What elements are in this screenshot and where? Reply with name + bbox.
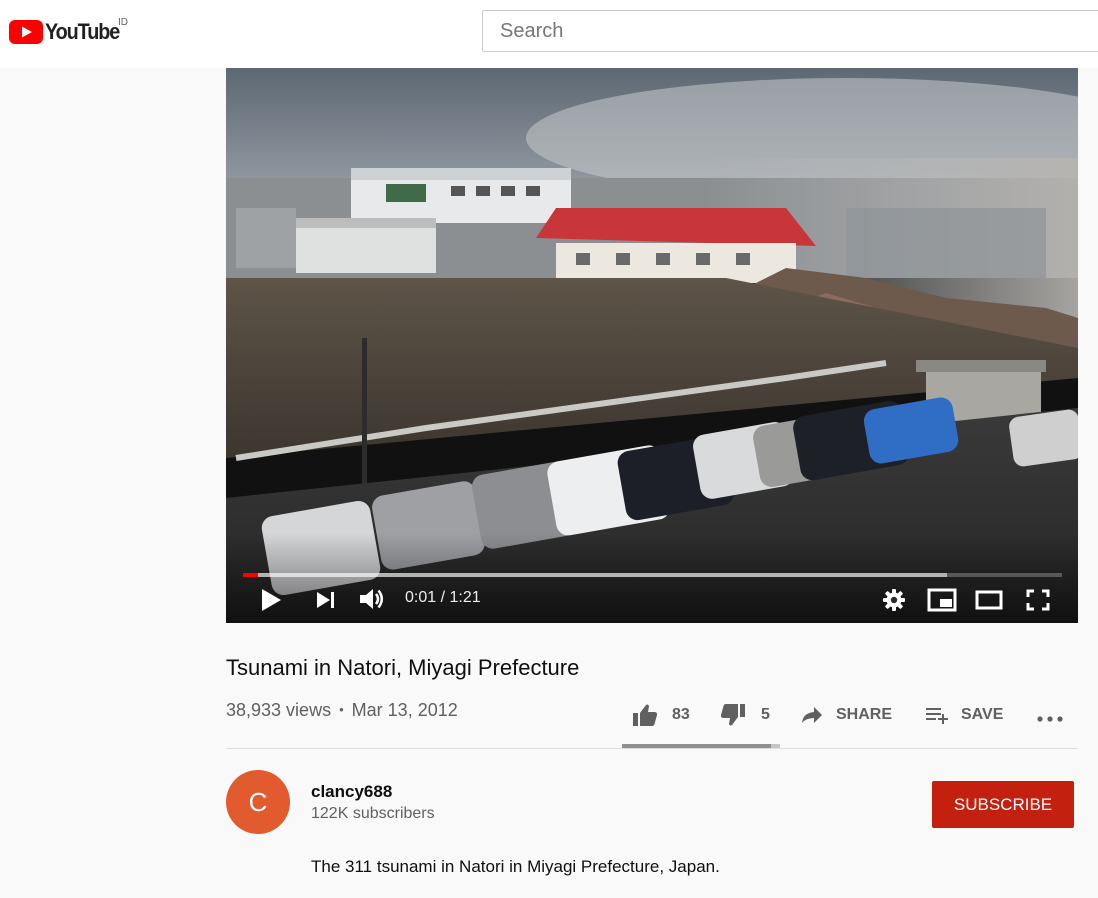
divider	[226, 748, 1078, 749]
subscribe-button[interactable]: SUBSCRIBE	[932, 781, 1074, 828]
search-box[interactable]	[482, 10, 1098, 52]
time-display: 0:01 / 1:21	[405, 589, 481, 607]
search-input[interactable]	[483, 11, 1098, 51]
dislike-count: 5	[761, 706, 770, 723]
video-description: The 311 tsunami in Natori in Miyagi Pref…	[311, 857, 720, 876]
youtube-logo[interactable]: YouTube	[9, 19, 127, 45]
share-label: SHARE	[836, 706, 893, 723]
volume-icon	[360, 589, 383, 609]
save-playlist-icon	[926, 708, 948, 724]
fullscreen-icon	[1026, 589, 1050, 611]
action-bar: 83 5 SHARE SAVE	[622, 695, 1065, 735]
like-button[interactable]: 83	[622, 703, 720, 727]
video-player[interactable]: 0:01 / 1:21	[226, 68, 1078, 623]
share-button[interactable]: SHARE	[800, 705, 925, 725]
time-separator: /	[436, 589, 450, 606]
video-meta: 38,933 views • Mar 13, 2012	[226, 700, 458, 721]
subscriber-count: 122K subscribers	[311, 805, 435, 822]
more-actions-button[interactable]	[1035, 706, 1065, 724]
progress-loaded	[243, 573, 948, 577]
settings-icon	[883, 589, 905, 611]
next-button[interactable]	[316, 591, 336, 609]
dislike-button[interactable]: 5	[720, 703, 800, 727]
play-button[interactable]	[260, 588, 282, 612]
masthead: YouTube ID	[0, 0, 1098, 68]
fullscreen-button[interactable]	[1026, 589, 1050, 611]
progress-bar[interactable]	[243, 573, 1062, 577]
channel-name[interactable]: clancy688	[311, 782, 392, 802]
meta-separator: •	[339, 702, 344, 717]
theater-icon	[975, 590, 1003, 610]
like-count: 83	[672, 706, 690, 723]
settings-button[interactable]	[882, 588, 906, 612]
thumb-down-icon	[720, 704, 745, 726]
upload-date: Mar 13, 2012	[351, 700, 458, 720]
play-icon	[262, 589, 281, 611]
view-count: 38,933 views	[226, 700, 332, 720]
next-icon	[317, 592, 334, 608]
duration: 1:21	[449, 589, 481, 606]
more-icon	[1037, 716, 1063, 722]
theater-mode-button[interactable]	[975, 590, 1003, 610]
save-button[interactable]: SAVE	[925, 705, 1035, 725]
country-code: ID	[118, 17, 128, 28]
miniplayer-icon	[927, 588, 957, 612]
save-label: SAVE	[961, 706, 1004, 723]
current-time: 0:01	[405, 589, 437, 606]
logo-text: YouTube	[45, 19, 120, 44]
miniplayer-button[interactable]	[927, 588, 957, 612]
thumb-up-icon	[633, 704, 658, 726]
progress-played	[243, 573, 258, 577]
youtube-logo-icon	[9, 20, 43, 44]
volume-button[interactable]	[359, 587, 387, 611]
channel-avatar[interactable]: C	[226, 770, 290, 834]
video-title: Tsunami in Natori, Miyagi Prefecture	[226, 655, 580, 680]
share-icon	[802, 707, 822, 723]
